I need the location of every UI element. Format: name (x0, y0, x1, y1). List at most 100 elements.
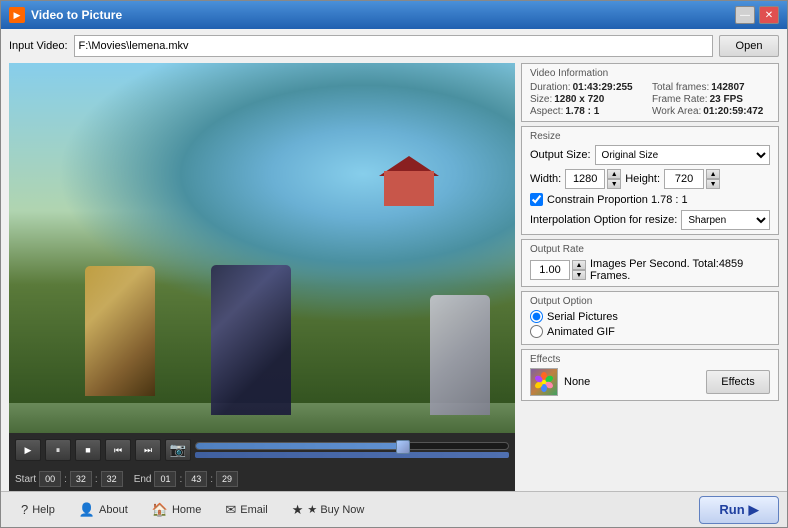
effects-button[interactable]: Effects (706, 370, 770, 394)
interp-select[interactable]: Sharpen (681, 210, 770, 230)
size-value: 1280 x 720 (554, 94, 604, 105)
serial-pictures-radio[interactable] (530, 310, 543, 323)
end-seconds[interactable] (216, 471, 238, 487)
output-rate-title: Output Rate (530, 244, 770, 255)
output-size-select[interactable]: Original Size (595, 145, 770, 165)
width-down-btn[interactable]: ▼ (607, 179, 621, 189)
duration-label: Duration: (530, 82, 571, 93)
content-area: Input Video: Open (1, 29, 787, 491)
help-icon: ? (21, 502, 28, 517)
stop-button[interactable]: ■ (75, 439, 101, 461)
start-seconds[interactable] (101, 471, 123, 487)
about-icon: 👤 (79, 502, 95, 518)
home-icon: 🏠 (152, 502, 168, 518)
window-title: Video to Picture (31, 8, 735, 22)
run-button[interactable]: Run ▶ (699, 496, 779, 524)
height-down-btn[interactable]: ▼ (706, 179, 720, 189)
rate-input[interactable] (530, 260, 570, 280)
constrain-row: Constrain Proportion 1.78 : 1 (530, 193, 770, 206)
about-nav[interactable]: 👤 About (67, 492, 140, 527)
video-info-grid: Duration: 01:43:29:255 Total frames: 142… (530, 82, 770, 117)
effects-group: Effects (521, 349, 779, 401)
height-label: Height: (625, 173, 660, 185)
title-bar: ▶ Video to Picture — ✕ (1, 1, 787, 29)
help-nav[interactable]: ? Help (9, 492, 67, 527)
animated-gif-label: Animated GIF (547, 326, 615, 338)
seek-fill (196, 443, 399, 449)
screenshot-button[interactable]: 📷 (165, 439, 191, 461)
frame-rate-value: 23 FPS (710, 94, 743, 105)
buy-nav[interactable]: ★ ★ Buy Now (280, 492, 377, 527)
email-nav[interactable]: ✉ Email (213, 492, 279, 527)
bottom-bar: ? Help 👤 About 🏠 Home ✉ Email ★ ★ Buy No… (1, 491, 787, 527)
total-frames-label: Total frames: (652, 82, 709, 93)
run-label: Run (719, 502, 744, 517)
aspect-label: Aspect: (530, 106, 563, 117)
height-up-btn[interactable]: ▲ (706, 169, 720, 179)
minimize-button[interactable]: — (735, 6, 755, 24)
run-arrow-icon: ▶ (749, 502, 759, 518)
output-option-group: Output Option Serial Pictures Animated G… (521, 291, 779, 345)
rate-description: Images Per Second. Total:4859 Frames. (590, 258, 770, 282)
rate-down-btn[interactable]: ▼ (572, 270, 586, 280)
width-label: Width: (530, 173, 561, 185)
width-up-btn[interactable]: ▲ (607, 169, 621, 179)
character-2 (211, 265, 291, 415)
rate-up-btn[interactable]: ▲ (572, 260, 586, 270)
end-hours[interactable] (154, 471, 176, 487)
video-info-title: Video Information (530, 68, 770, 79)
size-label: Size: (530, 94, 552, 105)
duration-row: Duration: 01:43:29:255 (530, 82, 648, 93)
buy-label: ★ Buy Now (307, 503, 364, 516)
character-1 (85, 266, 155, 396)
interp-row: Interpolation Option for resize: Sharpen (530, 210, 770, 230)
height-input[interactable] (664, 169, 704, 189)
constrain-checkbox[interactable] (530, 193, 543, 206)
home-label: Home (172, 504, 201, 516)
output-rate-group: Output Rate ▲ ▼ Images Per Second. Total… (521, 239, 779, 287)
frame-rate-row: Frame Rate: 23 FPS (652, 94, 770, 105)
end-label: End (134, 474, 152, 485)
total-frames-value: 142807 (711, 82, 744, 93)
input-video-path[interactable] (74, 35, 713, 57)
start-label: Start (15, 474, 36, 485)
help-label: Help (32, 504, 55, 516)
end-minutes[interactable] (185, 471, 207, 487)
animated-gif-radio[interactable] (530, 325, 543, 338)
seek-bar[interactable] (195, 442, 509, 450)
app-icon: ▶ (9, 7, 25, 23)
work-area-label: Work Area: (652, 106, 701, 117)
effects-title: Effects (530, 354, 770, 365)
start-hours[interactable] (39, 471, 61, 487)
home-nav[interactable]: 🏠 Home (140, 492, 214, 527)
duration-value: 01:43:29:255 (573, 82, 633, 93)
output-size-label: Output Size: (530, 149, 591, 161)
about-label: About (99, 504, 128, 516)
video-info-group: Video Information Duration: 01:43:29:255… (521, 63, 779, 122)
start-minutes[interactable] (70, 471, 92, 487)
close-button[interactable]: ✕ (759, 6, 779, 24)
play-button[interactable]: ▶ (15, 439, 41, 461)
rate-spinner: ▲ ▼ (530, 260, 586, 280)
open-button[interactable]: Open (719, 35, 779, 57)
output-size-row: Output Size: Original Size (530, 145, 770, 165)
dimensions-row: Width: ▲ ▼ Height: ▲ (530, 169, 770, 189)
character-3 (430, 295, 490, 415)
pause-button[interactable]: ⏸ (45, 439, 71, 461)
video-display (9, 63, 515, 433)
width-input[interactable] (565, 169, 605, 189)
email-icon: ✉ (225, 502, 236, 518)
prev-button[interactable]: ⏮ (105, 439, 131, 461)
height-spinner: ▲ ▼ (664, 169, 720, 189)
animated-gif-row: Animated GIF (530, 325, 770, 338)
right-panel: Video Information Duration: 01:43:29:255… (521, 63, 779, 491)
video-frame (9, 63, 515, 433)
frame-rate-label: Frame Rate: (652, 94, 708, 105)
next-button[interactable]: ⏭ (135, 439, 161, 461)
main-window: ▶ Video to Picture — ✕ Input Video: Open (0, 0, 788, 528)
width-spinner: ▲ ▼ (565, 169, 621, 189)
seek-thumb[interactable] (396, 440, 410, 454)
star-icon: ★ (292, 502, 304, 518)
resize-title: Resize (530, 131, 770, 142)
email-label: Email (240, 504, 268, 516)
